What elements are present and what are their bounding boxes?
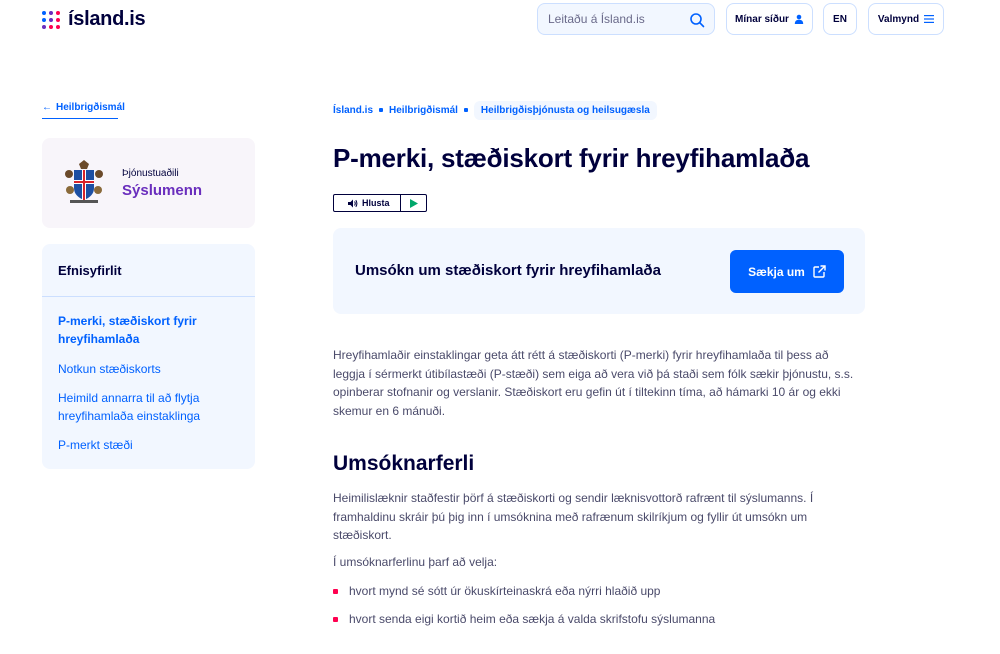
my-pages-button[interactable]: Mínar síður	[726, 3, 813, 35]
external-link-icon	[813, 265, 826, 278]
apply-button-label: Sækja um	[748, 264, 805, 279]
play-icon	[409, 198, 418, 208]
list-item-text: hvort senda eigi kortið heim eða sækja á…	[349, 612, 716, 626]
toc-divider	[42, 296, 255, 297]
apply-box: Umsókn um stæðiskort fyrir hreyfihamlaða…	[333, 228, 865, 314]
menu-label: Valmynd	[877, 13, 920, 25]
toc-item-p-merkt-staedi[interactable]: P-merkt stæði	[58, 436, 238, 454]
breadcrumb-item[interactable]: Ísland.is	[333, 105, 373, 116]
toc-item-p-merki[interactable]: P-merki, stæðiskort fyrir hreyfihamlaða	[58, 312, 238, 348]
process-paragraph: Heimilislæknir staðfestir þörf á stæðisk…	[333, 491, 814, 542]
back-link[interactable]: ← Heilbrigðismál	[42, 102, 125, 119]
listen-control[interactable]: Hlusta	[333, 194, 427, 212]
search-icon[interactable]	[689, 12, 705, 28]
play-button[interactable]	[401, 198, 426, 208]
intro-paragraph: Hreyfihamlaðir einstaklingar geta átt ré…	[333, 348, 854, 418]
site-logo[interactable]: ísland.is	[42, 8, 146, 31]
site-header: ísland.is Mínar síður EN Valmynd	[0, 0, 1000, 40]
choose-paragraph: Í umsóknarferlinu þarf að velja:	[333, 555, 498, 569]
arrow-left-icon: ←	[42, 102, 52, 113]
my-pages-label: Mínar síður	[735, 13, 789, 25]
logo-dots-icon	[42, 10, 60, 29]
page-title: P-merki, stæðiskort fyrir hreyfihamlaða	[333, 143, 810, 173]
section-title: Umsóknarferli	[333, 452, 475, 475]
toc-title: Efnisyfirlit	[58, 263, 122, 278]
breadcrumb-item[interactable]: Heilbrigðismál	[389, 105, 458, 116]
list-item-text: hvort mynd sé sótt úr ökuskírteinaskrá e…	[349, 584, 661, 598]
list-item: hvort senda eigi kortið heim eða sækja á…	[333, 612, 715, 626]
search-box[interactable]	[537, 3, 715, 35]
listen-label: Hlusta	[362, 198, 390, 208]
breadcrumb-separator	[463, 108, 468, 112]
agency-name: Sýslumenn	[122, 182, 203, 199]
hamburger-icon	[924, 15, 935, 23]
breadcrumb-separator	[379, 108, 384, 112]
listen-button[interactable]: Hlusta	[334, 195, 401, 211]
coat-of-arms-icon	[65, 160, 103, 203]
agency-label: Þjónustuaðili	[122, 168, 179, 179]
breadcrumb-tag[interactable]: Heilbrigðisþjónusta og heilsugæsla	[473, 100, 657, 120]
logo-text: ísland.is	[68, 8, 146, 30]
breadcrumb: Ísland.is Heilbrigðismál Heilbrigðisþjón…	[333, 100, 657, 120]
language-label: EN	[833, 13, 847, 25]
toc-item-heimild[interactable]: Heimild annarra til að flytja hreyfihaml…	[58, 389, 238, 425]
apply-button[interactable]: Sækja um	[730, 250, 844, 293]
menu-button[interactable]: Valmynd	[868, 3, 944, 35]
toc-item-notkun[interactable]: Notkun stæðiskorts	[58, 360, 238, 378]
list-item: hvort mynd sé sótt úr ökuskírteinaskrá e…	[333, 584, 660, 598]
bullet-icon	[333, 616, 338, 622]
user-icon	[794, 14, 804, 24]
bullet-icon	[333, 588, 338, 594]
back-link-label: Heilbrigðismál	[56, 102, 125, 113]
speaker-icon	[348, 199, 358, 207]
language-button[interactable]: EN	[823, 3, 857, 35]
agency-card[interactable]: Þjónustuaðili Sýslumenn	[42, 138, 255, 228]
apply-title: Umsókn um stæðiskort fyrir hreyfihamlaða	[355, 262, 661, 279]
search-input[interactable]	[548, 12, 678, 26]
